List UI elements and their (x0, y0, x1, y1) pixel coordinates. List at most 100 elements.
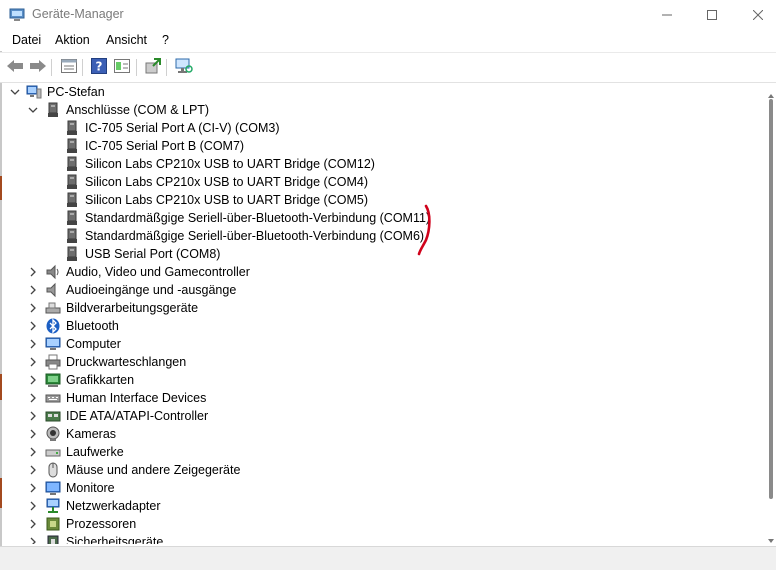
port-item[interactable]: Silicon Labs CP210x USB to UART Bridge (… (3, 173, 763, 191)
chevron-right-icon[interactable] (27, 338, 39, 350)
chevron-down-icon[interactable] (27, 104, 39, 116)
tree-category-print-queues[interactable]: Druckwarteschlangen (3, 353, 763, 371)
menu-datei[interactable]: Datei (12, 33, 41, 47)
tree-category-network[interactable]: Netzwerkadapter (3, 497, 763, 515)
view-button[interactable] (112, 57, 132, 77)
close-button[interactable] (735, 0, 776, 30)
tree-root[interactable]: PC-Stefan (3, 83, 763, 101)
monitor-icon (45, 480, 61, 496)
toolbar: ? (0, 52, 776, 83)
toolbar-separator (136, 59, 137, 76)
port-label: Silicon Labs CP210x USB to UART Bridge (… (85, 193, 368, 207)
minimize-icon (662, 10, 672, 20)
tree-category-monitors[interactable]: Monitore (3, 479, 763, 497)
properties-icon (61, 58, 77, 76)
menu-help[interactable]: ? (162, 33, 169, 47)
computer-icon (45, 336, 61, 352)
port-label: Standardmäßgige Seriell-über-Bluetooth-V… (85, 211, 431, 225)
tree-category-imaging[interactable]: Bildverarbeitungsgeräte (3, 299, 763, 317)
port-icon (64, 192, 80, 208)
tree-category-label: Human Interface Devices (66, 391, 207, 405)
chevron-right-icon[interactable] (27, 500, 39, 512)
tree-category-label: Audioeingänge und -ausgänge (66, 283, 237, 297)
tree-category-security[interactable]: Sicherheitsgeräte (3, 533, 763, 544)
tree-category-processors[interactable]: Prozessoren (3, 515, 763, 533)
tree-category-label: Monitore (66, 481, 115, 495)
port-item[interactable]: Standardmäßgige Seriell-über-Bluetooth-V… (3, 209, 763, 227)
port-item[interactable]: Silicon Labs CP210x USB to UART Bridge (… (3, 155, 763, 173)
maximize-icon (707, 10, 717, 20)
chevron-right-icon[interactable] (27, 410, 39, 422)
background-edge-mark (0, 374, 2, 400)
port-icon (64, 210, 80, 226)
tree-category-bluetooth[interactable]: Bluetooth (3, 317, 763, 335)
red-annotation-mark (417, 204, 431, 256)
chevron-right-icon[interactable] (27, 284, 39, 296)
device-manager-icon (9, 8, 25, 22)
chevron-right-icon[interactable] (27, 320, 39, 332)
maximize-button[interactable] (689, 0, 735, 30)
computer-icon (26, 84, 42, 100)
chevron-right-icon[interactable] (27, 266, 39, 278)
tree-category-audio-io[interactable]: Audioeingänge und -ausgänge (3, 281, 763, 299)
port-icon (64, 228, 80, 244)
tree-category-label: Audio, Video und Gamecontroller (66, 265, 250, 279)
close-icon (753, 10, 763, 20)
scroll-up-icon[interactable] (768, 88, 774, 98)
port-item[interactable]: IC-705 Serial Port B (COM7) (3, 137, 763, 155)
tree-category-display-adapters[interactable]: Grafikkarten (3, 371, 763, 389)
security-device-icon (45, 534, 61, 544)
chevron-right-icon[interactable] (27, 482, 39, 494)
chevron-right-icon[interactable] (27, 392, 39, 404)
keyboard-icon (45, 390, 61, 406)
menu-aktion[interactable]: Aktion (55, 33, 90, 47)
update-driver-button[interactable] (143, 57, 163, 77)
chevron-right-icon[interactable] (27, 518, 39, 530)
port-label: USB Serial Port (COM8) (85, 247, 221, 261)
printer-icon (45, 354, 61, 370)
camera-icon (45, 426, 61, 442)
port-item[interactable]: Standardmäßgige Seriell-über-Bluetooth-V… (3, 227, 763, 245)
minimize-button[interactable] (644, 0, 690, 30)
speaker-icon (45, 264, 61, 280)
back-button[interactable] (5, 57, 25, 77)
scan-hardware-button[interactable] (174, 57, 194, 77)
tree-category-hid[interactable]: Human Interface Devices (3, 389, 763, 407)
help-button[interactable]: ? (89, 57, 109, 77)
chevron-right-icon[interactable] (27, 464, 39, 476)
tree-category-label: Laufwerke (66, 445, 124, 459)
tree-category-audio-video[interactable]: Audio, Video und Gamecontroller (3, 263, 763, 281)
port-item[interactable]: Silicon Labs CP210x USB to UART Bridge (… (3, 191, 763, 209)
scroll-down-icon[interactable] (768, 533, 774, 543)
tree-category-label: Anschlüsse (COM & LPT) (66, 103, 210, 117)
port-icon (64, 174, 80, 190)
svg-text:?: ? (96, 59, 103, 73)
chevron-right-icon[interactable] (27, 356, 39, 368)
tree-category-mice[interactable]: Mäuse und andere Zeigegeräte (3, 461, 763, 479)
tree-category-drives[interactable]: Laufwerke (3, 443, 763, 461)
tree-category-ide[interactable]: IDE ATA/ATAPI-Controller (3, 407, 763, 425)
title-bar[interactable]: Geräte-Manager (0, 0, 776, 30)
menu-ansicht[interactable]: Ansicht (106, 33, 147, 47)
chevron-right-icon[interactable] (27, 428, 39, 440)
properties-button[interactable] (59, 57, 79, 77)
bluetooth-icon (45, 318, 61, 334)
tree-category-ports[interactable]: Anschlüsse (COM & LPT) (3, 101, 763, 119)
device-tree[interactable]: PC-Stefan Anschlüsse (COM & LPT) IC-705 … (3, 83, 766, 544)
forward-button[interactable] (28, 57, 48, 77)
port-label: Silicon Labs CP210x USB to UART Bridge (… (85, 175, 368, 189)
chevron-right-icon[interactable] (27, 302, 39, 314)
chevron-right-icon[interactable] (27, 374, 39, 386)
chevron-down-icon[interactable] (9, 86, 21, 98)
port-item[interactable]: USB Serial Port (COM8) (3, 245, 763, 263)
chevron-right-icon[interactable] (27, 536, 39, 544)
port-item[interactable]: IC-705 Serial Port A (CI-V) (COM3) (3, 119, 763, 137)
tree-category-cameras[interactable]: Kameras (3, 425, 763, 443)
vertical-scrollbar[interactable] (766, 83, 776, 544)
tree-category-computer[interactable]: Computer (3, 335, 763, 353)
menu-bar: Datei Aktion Ansicht ? (0, 30, 776, 51)
scrollbar-thumb[interactable] (769, 99, 773, 499)
help-icon: ? (91, 57, 107, 77)
update-driver-icon (145, 57, 161, 77)
chevron-right-icon[interactable] (27, 446, 39, 458)
